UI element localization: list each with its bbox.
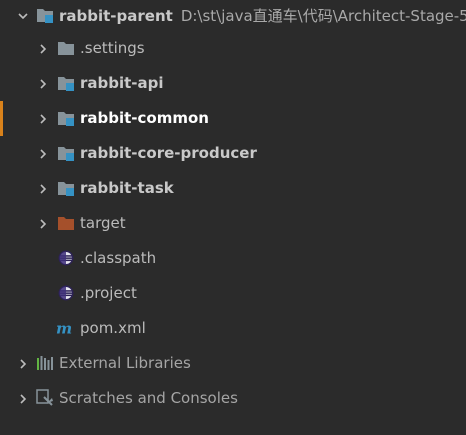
tree-row-root[interactable]: rabbit-parent D:\st\java直通车\代码\Architect-… — [0, 0, 466, 33]
tree-row-project[interactable]: .project — [0, 276, 466, 311]
chevron-right-icon[interactable] — [35, 41, 51, 57]
chevron-right-icon[interactable] — [35, 76, 51, 92]
item-label: rabbit-task — [80, 179, 174, 197]
module-folder-icon — [36, 6, 54, 24]
tree-row-external-libraries[interactable]: External Libraries — [0, 346, 466, 381]
tree-row-target[interactable]: target — [0, 206, 466, 241]
item-label: .classpath — [80, 249, 157, 267]
chevron-right-icon[interactable] — [35, 146, 51, 162]
chevron-right-icon[interactable] — [35, 111, 51, 127]
folder-icon — [57, 39, 75, 57]
chevron-right-icon[interactable] — [35, 216, 51, 232]
tree-row-pom[interactable]: m pom.xml — [0, 311, 466, 346]
scratches-label: Scratches and Consoles — [59, 389, 238, 407]
maven-file-icon: m — [56, 319, 74, 337]
tree-row-classpath[interactable]: .classpath — [0, 241, 466, 276]
root-label: rabbit-parent D:\st\java直通车\代码\Architect-… — [59, 5, 466, 26]
item-label: .project — [80, 284, 137, 302]
tree-row-settings[interactable]: .settings — [0, 31, 466, 66]
tree-row-rabbit-common[interactable]: rabbit-common — [0, 101, 466, 136]
eclipse-file-icon — [57, 249, 75, 267]
root-path: D:\st\java直通车\代码\Architect-Stage-5-R — [180, 7, 466, 25]
module-folder-icon — [57, 144, 75, 162]
module-folder-icon — [57, 109, 75, 127]
external-libraries-label: External Libraries — [59, 354, 191, 372]
chevron-right-icon[interactable] — [35, 181, 51, 197]
item-label: rabbit-core-producer — [80, 144, 257, 162]
external-libraries-icon — [36, 354, 54, 372]
item-label: target — [80, 214, 126, 232]
module-folder-icon — [57, 179, 75, 197]
excluded-folder-icon — [57, 214, 75, 232]
item-label: rabbit-common — [80, 109, 209, 127]
item-label: .settings — [80, 39, 145, 57]
tree-row-rabbit-task[interactable]: rabbit-task — [0, 171, 466, 206]
tree-row-rabbit-api[interactable]: rabbit-api — [0, 66, 466, 101]
project-tree: rabbit-parent D:\st\java直通车\代码\Architect-… — [0, 0, 466, 435]
chevron-right-icon[interactable] — [15, 391, 31, 407]
chevron-down-icon[interactable] — [15, 8, 31, 24]
tree-row-scratches[interactable]: Scratches and Consoles — [0, 381, 466, 416]
svg-text:m: m — [56, 320, 72, 336]
module-folder-icon — [57, 74, 75, 92]
root-name: rabbit-parent — [59, 7, 173, 25]
chevron-right-icon[interactable] — [15, 356, 31, 372]
item-label: rabbit-api — [80, 74, 164, 92]
eclipse-file-icon — [57, 284, 75, 302]
tree-row-rabbit-core-producer[interactable]: rabbit-core-producer — [0, 136, 466, 171]
scratches-icon — [36, 389, 54, 407]
item-label: pom.xml — [80, 319, 146, 337]
